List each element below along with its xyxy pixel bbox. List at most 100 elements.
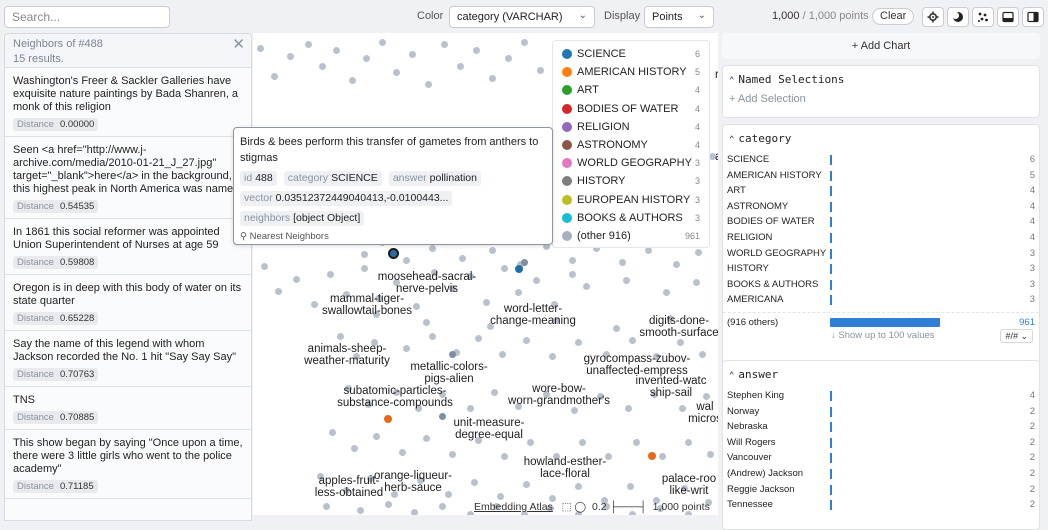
map-point[interactable] — [677, 339, 684, 346]
legend-item[interactable]: (other 916) 961 — [559, 227, 703, 245]
histogram-row[interactable]: SCIENCE 6 — [723, 152, 1039, 168]
map-point[interactable] — [663, 289, 670, 296]
map-point[interactable] — [489, 247, 496, 254]
map-point[interactable] — [695, 249, 702, 256]
histogram-row[interactable]: AMERICANA 3 — [723, 292, 1039, 308]
add-selection-button[interactable]: + Add Selection — [723, 93, 1039, 105]
map-point[interactable] — [659, 453, 666, 460]
map-point[interactable] — [361, 265, 368, 272]
map-point[interactable] — [625, 405, 632, 412]
show-more-link[interactable]: ↓ Show up to 100 values #/# ⌄ — [723, 328, 1039, 344]
map-point[interactable] — [257, 45, 264, 52]
histogram-row[interactable]: HISTORY 3 — [723, 261, 1039, 277]
map-point[interactable] — [329, 429, 336, 436]
map-point[interactable] — [673, 261, 680, 268]
embedding-atlas-link[interactable]: Embedding Atlas — [474, 501, 553, 513]
category-chart-title[interactable]: ⌃ category — [723, 125, 1039, 152]
selected-point[interactable] — [388, 248, 399, 259]
map-point[interactable] — [645, 247, 652, 254]
map-point[interactable] — [583, 283, 590, 290]
histogram-row[interactable]: Will Rogers 2 — [723, 435, 1039, 451]
map-point[interactable] — [475, 335, 482, 342]
map-point[interactable] — [425, 81, 432, 88]
histogram-row[interactable]: Stephen King 4 — [723, 388, 1039, 404]
map-point[interactable] — [429, 333, 436, 340]
map-point[interactable] — [549, 353, 556, 360]
map-point[interactable] — [623, 277, 630, 284]
map-point[interactable] — [411, 509, 418, 515]
lasso-select-icon[interactable]: ◯ — [574, 501, 586, 513]
map-point[interactable] — [439, 413, 446, 420]
map-point[interactable] — [693, 279, 700, 286]
legend-item[interactable]: RELIGION 4 — [559, 118, 703, 136]
map-point[interactable] — [483, 299, 490, 306]
legend-item[interactable]: SCIENCE 6 — [559, 45, 703, 63]
map-point[interactable] — [569, 257, 576, 264]
format-select[interactable]: #/# ⌄ — [1000, 328, 1033, 343]
map-point[interactable] — [489, 75, 496, 82]
neighbor-item[interactable]: Seen <a href="http://www.j-archive.com/m… — [5, 137, 251, 219]
map-point[interactable] — [337, 333, 344, 340]
map-point[interactable] — [571, 407, 578, 414]
histogram-row[interactable]: WORLD GEOGRAPHY 3 — [723, 246, 1039, 262]
map-point[interactable] — [473, 47, 480, 54]
neighbor-item[interactable]: Oregon is in deep with this body of wate… — [5, 275, 251, 331]
map-point[interactable] — [629, 337, 636, 344]
map-point[interactable] — [379, 39, 386, 46]
map-point[interactable] — [357, 507, 364, 514]
map-point[interactable] — [261, 263, 268, 270]
clear-button[interactable]: Clear — [872, 8, 915, 25]
map-point[interactable] — [305, 41, 312, 48]
map-point[interactable] — [439, 503, 446, 510]
map-point[interactable] — [575, 339, 582, 346]
toggle-right-panel-button[interactable] — [1022, 7, 1044, 27]
histogram-row[interactable]: BODIES OF WATER 4 — [723, 214, 1039, 230]
map-point[interactable] — [501, 265, 508, 272]
map-point[interactable] — [523, 481, 530, 488]
map-point[interactable] — [429, 245, 436, 252]
color-select[interactable]: category (VARCHAR) ⌄ — [449, 6, 595, 28]
map-point[interactable] — [569, 271, 576, 278]
map-point[interactable] — [499, 351, 506, 358]
map-point[interactable] — [423, 435, 430, 442]
histogram-row[interactable]: ASTRONOMY 4 — [723, 199, 1039, 215]
map-point[interactable] — [351, 445, 358, 452]
toggle-bottom-panel-button[interactable] — [997, 7, 1019, 27]
neighbor-item[interactable]: In 1861 this social reformer was appoint… — [5, 219, 251, 275]
display-select[interactable]: Points ⌄ — [644, 6, 714, 28]
neighbor-item[interactable]: Say the name of this legend with whom Ja… — [5, 331, 251, 387]
legend-item[interactable]: ASTRONOMY 4 — [559, 136, 703, 154]
map-point[interactable] — [533, 277, 540, 284]
rect-select-icon[interactable]: ⬚ — [562, 501, 572, 513]
search-input[interactable] — [4, 6, 170, 28]
map-point[interactable] — [619, 259, 626, 266]
map-point[interactable] — [311, 301, 318, 308]
histogram-row[interactable]: Nebraska 2 — [723, 419, 1039, 435]
neighbor-item[interactable]: This show began by saying "Once upon a t… — [5, 430, 251, 499]
legend-item[interactable]: WORLD GEOGRAPHY 3 — [559, 154, 703, 172]
histogram-row[interactable]: Tennessee 2 — [723, 497, 1039, 513]
map-point[interactable] — [275, 288, 282, 295]
map-point[interactable] — [363, 55, 370, 62]
legend-item[interactable]: EUROPEAN HISTORY 3 — [559, 191, 703, 209]
map-point[interactable] — [409, 51, 416, 58]
map-point[interactable] — [333, 47, 340, 54]
map-point[interactable] — [633, 439, 640, 446]
map-point[interactable] — [497, 493, 504, 500]
map-point[interactable] — [467, 511, 474, 515]
map-point[interactable] — [613, 325, 620, 332]
settings-button[interactable] — [922, 7, 944, 27]
map-point[interactable] — [521, 259, 528, 266]
map-point[interactable] — [471, 479, 478, 486]
legend-item[interactable]: BOOKS & AUTHORS 3 — [559, 209, 703, 227]
map-point[interactable] — [523, 337, 530, 344]
map-point[interactable] — [515, 289, 522, 296]
map-point[interactable] — [459, 255, 466, 262]
map-point[interactable] — [393, 69, 400, 76]
map-point[interactable] — [505, 55, 512, 62]
map-point[interactable] — [399, 449, 406, 456]
map-point[interactable] — [699, 351, 706, 358]
map-point[interactable] — [457, 63, 464, 70]
scatter-mode-button[interactable] — [972, 7, 994, 27]
map-point[interactable] — [327, 271, 334, 278]
